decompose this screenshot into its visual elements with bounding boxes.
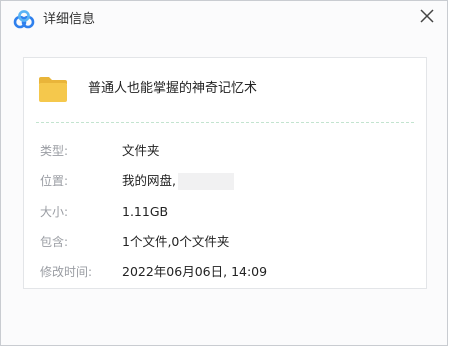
contains-label: 包含: xyxy=(40,235,69,249)
location-value: 我的网盘, xyxy=(122,173,176,188)
location-path-redacted xyxy=(178,173,234,190)
baidu-netdisk-logo-icon xyxy=(13,10,35,30)
folder-icon xyxy=(38,75,68,103)
location-label: 位置: xyxy=(40,174,69,188)
divider xyxy=(36,122,414,123)
type-label: 类型: xyxy=(40,144,69,158)
type-row: 类型: 文件夹 xyxy=(24,141,426,161)
modified-row: 修改时间: 2022年06月06日, 14:09 xyxy=(24,262,426,282)
contains-row: 包含: 1个文件,0个文件夹 xyxy=(24,232,426,252)
details-panel: 普通人也能掌握的神奇记忆术 类型: 文件夹 位置: 我的网盘, 大小: 1.11… xyxy=(23,57,427,289)
location-row: 位置: 我的网盘, xyxy=(24,171,426,191)
modified-label: 修改时间: xyxy=(40,265,93,279)
details-dialog: 详细信息 普通人也能掌握的神奇记忆术 类型: 文件夹 位置: 我的网盘, 大小:… xyxy=(0,0,448,346)
dialog-title: 详细信息 xyxy=(43,12,96,27)
size-row: 大小: 1.11GB xyxy=(24,202,426,222)
size-label: 大小: xyxy=(40,205,69,219)
folder-name: 普通人也能掌握的神奇记忆术 xyxy=(88,81,258,96)
size-value: 1.11GB xyxy=(122,204,169,219)
type-value: 文件夹 xyxy=(122,143,160,158)
close-icon[interactable] xyxy=(417,6,437,26)
title-bar: 详细信息 xyxy=(1,1,447,39)
contains-value: 1个文件,0个文件夹 xyxy=(122,234,230,249)
modified-value: 2022年06月06日, 14:09 xyxy=(122,264,268,279)
